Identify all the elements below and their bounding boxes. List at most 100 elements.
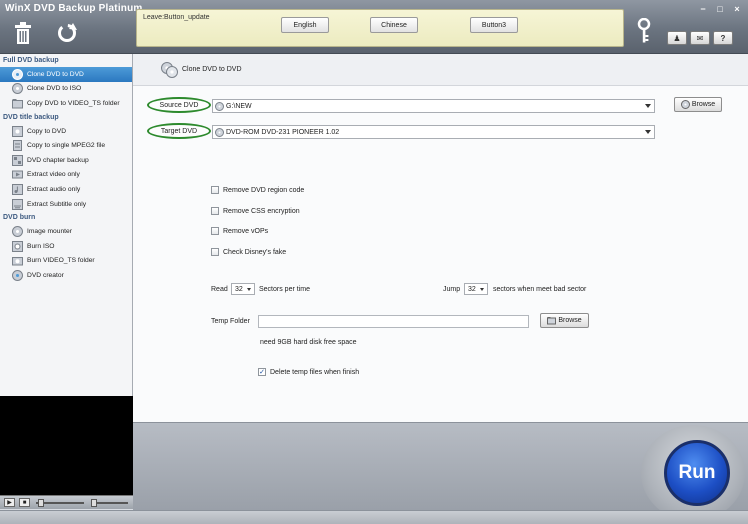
browse-disc-icon (680, 100, 690, 109)
section-full-dvd-backup: Full DVD backup (3, 57, 59, 64)
read-label: Read (211, 286, 228, 293)
english-button[interactable]: English (281, 17, 329, 33)
option-label: Remove CSS encryption (223, 207, 300, 215)
button3[interactable]: Button3 (470, 17, 518, 33)
sidebar-item-image-mounter[interactable]: Image mounter (0, 224, 132, 239)
title-bar: WinX DVD Backup Platinum Leave:Button_up… (0, 0, 748, 54)
sidebar-item-label: Copy to single MPEG2 file (27, 142, 106, 150)
mail-button[interactable]: ✉ (690, 31, 710, 45)
disc-copy-icon (12, 68, 23, 80)
main-header: Clone DVD to DVD (133, 54, 748, 86)
section-dvd-title-backup: DVD title backup (3, 113, 59, 121)
source-dvd-select[interactable]: G:\NEW (212, 99, 655, 113)
update-note-panel: Leave:Button_update English Chinese Butt… (136, 9, 624, 47)
checkbox[interactable] (211, 248, 219, 256)
checkbox[interactable] (211, 186, 219, 194)
target-dvd-value: DVD-ROM DVD-231 PIONEER 1.02 (226, 128, 340, 136)
sidebar-item-label: Image mounter (27, 228, 72, 236)
sidebar-item-label: Burn ISO (27, 242, 55, 250)
option-label: Check Disney's fake (223, 248, 287, 256)
sidebar-item-extract-video[interactable]: Extract video only (0, 168, 132, 183)
read-sectors-value: 32 (235, 285, 243, 293)
mount-icon (12, 226, 23, 238)
play-button[interactable]: ▶ (4, 498, 15, 507)
key-icon[interactable] (636, 18, 652, 44)
option-label: Remove DVD region code (223, 186, 305, 194)
person-icon: ♟ (673, 33, 681, 43)
chevron-down-icon (480, 288, 484, 291)
option-remove-region-code[interactable]: Remove DVD region code (211, 185, 304, 195)
checkbox[interactable] (211, 207, 219, 215)
chevron-down-icon (645, 130, 651, 134)
file-icon (13, 140, 22, 152)
stop-button[interactable]: ■ (19, 498, 30, 507)
video-icon (12, 170, 23, 179)
help-icon: ? (720, 33, 726, 43)
chapter-icon (12, 154, 23, 166)
read-sectors-select[interactable]: 32 (231, 283, 255, 295)
sidebar-item-extract-audio[interactable]: Extract audio only (0, 182, 132, 197)
jump-label: Jump (443, 286, 461, 293)
sidebar-item-dvd-creator[interactable]: DVD creator (0, 268, 132, 283)
sidebar-item-burn-iso[interactable]: Burn ISO (0, 239, 132, 254)
close-button[interactable]: × (731, 3, 743, 14)
app-title: WinX DVD Backup Platinum (5, 3, 143, 14)
jump-sectors-select[interactable]: 32 (464, 283, 488, 295)
sidebar-item-copy-to-mpeg2[interactable]: Copy to single MPEG2 file (0, 138, 132, 153)
sidebar-item-label: Clone DVD to ISO (27, 85, 82, 93)
source-dvd-label: Source DVD (147, 97, 211, 113)
sidebar-item-clone-dvd-to-dvd[interactable]: Clone DVD to DVD (0, 67, 132, 82)
volume-thumb[interactable] (91, 499, 97, 507)
option-remove-css[interactable]: Remove CSS encryption (211, 206, 300, 216)
folder-icon (12, 98, 23, 109)
sidebar-item-extract-subtitle[interactable]: Extract Subtitle only (0, 197, 132, 212)
chinese-button[interactable]: Chinese (370, 17, 418, 33)
volume-track[interactable] (96, 502, 128, 504)
cd-icon (215, 128, 224, 137)
target-dvd-select[interactable]: DVD-ROM DVD-231 PIONEER 1.02 (212, 125, 655, 139)
section-dvd-burn: DVD burn (3, 214, 36, 222)
sidebar-item-dvd-chapter-backup[interactable]: DVD chapter backup (0, 153, 132, 168)
mail-icon: ✉ (696, 33, 704, 43)
sidebar: Full DVD backup Clone DVD to DVD Clone D… (0, 54, 133, 396)
sidebar-item-copy-dvd-to-video-ts[interactable]: Copy DVD to VIDEO_TS folder (0, 96, 132, 111)
maximize-button[interactable]: □ (714, 3, 726, 14)
option-check-disney-fake[interactable]: Check Disney's fake (211, 247, 286, 257)
folder-icon (547, 317, 557, 325)
status-bar (0, 510, 748, 524)
run-button[interactable]: Run (664, 440, 730, 506)
sidebar-item-label: Burn VIDEO_TS folder (27, 257, 95, 265)
cd-icon (215, 102, 224, 111)
option-remove-vops[interactable]: Remove vOPs (211, 226, 268, 236)
temp-browse-button[interactable]: Browse (540, 313, 589, 328)
sidebar-item-burn-video-ts[interactable]: Burn VIDEO_TS folder (0, 254, 132, 269)
refresh-icon[interactable] (56, 22, 78, 44)
minimize-button[interactable]: − (697, 3, 709, 14)
checkbox[interactable] (211, 227, 219, 235)
burn-folder-icon (12, 257, 23, 266)
read-suffix: Sectors per time (259, 286, 310, 293)
player-controls: ▶ ■ (0, 495, 133, 509)
sidebar-item-label: Copy DVD to VIDEO_TS folder (27, 99, 120, 107)
sidebar-item-label: Extract Subtitle only (27, 200, 87, 208)
jump-sectors-value: 32 (468, 285, 476, 293)
checkbox-checked[interactable]: ✓ (258, 368, 266, 376)
chevron-down-icon (645, 104, 651, 108)
sidebar-item-copy-to-dvd[interactable]: Copy to DVD (0, 124, 132, 139)
sidebar-item-clone-dvd-to-iso[interactable]: Clone DVD to ISO (0, 82, 132, 97)
sidebar-item-label: DVD creator (27, 271, 64, 279)
account-button[interactable]: ♟ (667, 31, 687, 45)
iso-icon (12, 83, 23, 95)
temp-folder-input[interactable] (258, 315, 529, 328)
video-preview (0, 396, 133, 495)
trash-icon[interactable] (14, 22, 32, 44)
source-browse-button[interactable]: Browse (674, 97, 722, 112)
sidebar-item-label: DVD chapter backup (27, 156, 89, 164)
browse-label: Browse (558, 317, 582, 324)
option-delete-temp-files[interactable]: ✓ Delete temp files when finish (258, 367, 359, 377)
disc-icon (12, 125, 23, 137)
help-button[interactable]: ? (713, 31, 733, 45)
option-label: Delete temp files when finish (270, 368, 360, 376)
subtitle-icon (12, 198, 23, 210)
seek-thumb[interactable] (38, 499, 44, 507)
